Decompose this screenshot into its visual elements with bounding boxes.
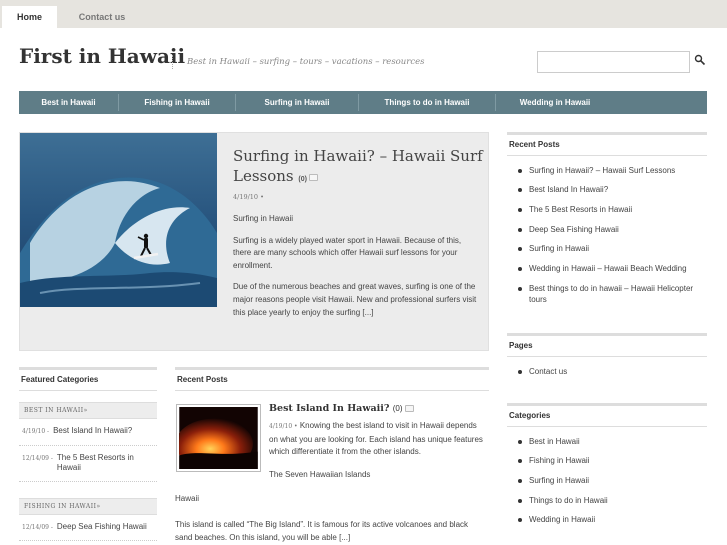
sidebar-post-link[interactable]: Surfing in Hawaii <box>517 243 707 254</box>
sidebar-category-link[interactable]: Surfing in Hawaii <box>517 475 707 486</box>
comment-icon[interactable] <box>308 173 318 181</box>
nav-item-best-in-hawaii[interactable]: Best in Hawaii <box>19 91 118 114</box>
post-date: 4/19/10 • <box>269 423 298 430</box>
post-subheading: The Seven Hawaiian Islands <box>269 470 371 479</box>
recent-posts: Recent Posts Best Island In Hawaii? (0) … <box>175 367 489 542</box>
sidebar-heading: Categories <box>507 403 707 427</box>
category-label-fishing-in-hawaii[interactable]: FISHING IN HAWAII» <box>19 497 157 515</box>
post-date: 4/19/10 - <box>22 428 50 435</box>
top-nav-bar: Home Contact us <box>0 0 727 28</box>
post-link[interactable]: Deep Sea Fishing Hawaii <box>57 522 147 534</box>
sidebar-category-link[interactable]: Things to do in Hawaii <box>517 495 707 506</box>
post-island-name: Hawaii <box>175 494 200 503</box>
section-heading: Recent Posts <box>175 367 489 391</box>
category-post[interactable]: 4/19/10 - Best Island In Hawaii? <box>19 419 157 446</box>
tab-contact-us[interactable]: Contact us <box>66 6 138 28</box>
sidebar-post-link[interactable]: Best Island In Hawaii? <box>517 184 707 195</box>
featured-categories: Featured Categories BEST IN HAWAII» 4/19… <box>19 367 157 541</box>
volcano-lava-image[interactable] <box>176 404 261 472</box>
sidebar-post-link[interactable]: The 5 Best Resorts in Hawaii <box>517 204 707 215</box>
nav-item-things-to-do[interactable]: Things to do in Hawaii <box>359 91 495 114</box>
sidebar-heading: Recent Posts <box>507 132 707 156</box>
category-post[interactable]: 12/14/09 - The 5 Best Resorts in Hawaii <box>19 446 157 482</box>
sidebar-category-link[interactable]: Wedding in Hawaii <box>517 514 707 525</box>
sidebar-category-link[interactable]: Best in Hawaii <box>517 436 707 447</box>
post-paragraph: This island is called “The Big Island”. … <box>175 520 469 542</box>
sidebar-categories: Categories Best in Hawaii Fishing in Haw… <box>507 403 707 525</box>
comment-count[interactable]: (0) <box>393 404 403 413</box>
featured-post-date: 4/19/10 • <box>233 193 264 201</box>
nav-item-surfing-in-hawaii[interactable]: Surfing in Hawaii <box>236 91 358 114</box>
nav-item-fishing-in-hawaii[interactable]: Fishing in Hawaii <box>119 91 235 114</box>
post-title-text[interactable]: Best Island In Hawaii? <box>269 403 389 414</box>
main-nav: Best in Hawaii Fishing in Hawaii Surfing… <box>19 91 707 114</box>
sidebar-post-link[interactable]: Deep Sea Fishing Hawaii <box>517 224 707 235</box>
category-label-best-in-hawaii[interactable]: BEST IN HAWAII» <box>19 402 157 419</box>
site-title[interactable]: First in Hawaii <box>19 44 185 68</box>
excerpt-text: Knowing the best island to visit in Hawa… <box>269 421 483 456</box>
featured-post-body: Surfing in Hawaii Surfing is a widely pl… <box>233 213 478 328</box>
featured-title-text[interactable]: Surfing in Hawaii? – Hawaii Surf Lessons <box>233 147 483 185</box>
search-icon[interactable] <box>694 54 706 66</box>
nav-item-wedding-in-hawaii[interactable]: Wedding in Hawaii <box>496 91 614 114</box>
post-link[interactable]: Best Island In Hawaii? <box>53 426 132 438</box>
featured-paragraph: Surfing is a widely played water sport i… <box>233 235 462 270</box>
recent-post-excerpt: 4/19/10 • Knowing the best island to vis… <box>269 420 487 459</box>
sidebar-post-link[interactable]: Wedding in Hawaii – Hawaii Beach Wedding <box>517 263 707 274</box>
tagline-divider <box>172 55 173 69</box>
sidebar-heading: Pages <box>507 333 707 357</box>
sidebar-post-link[interactable]: Best things to do in hawaii – Hawaii Hel… <box>517 283 707 305</box>
featured-post: Surfing in Hawaii? – Hawaii Surf Lessons… <box>19 132 489 351</box>
surfer-wave-image[interactable] <box>20 133 217 307</box>
search-input[interactable] <box>537 51 690 73</box>
section-heading: Featured Categories <box>19 367 157 391</box>
comment-icon[interactable] <box>404 405 414 412</box>
sidebar-category-link[interactable]: Fishing in Hawaii <box>517 455 707 466</box>
category-post[interactable]: 12/14/09 - Deep Sea Fishing Hawaii <box>19 515 157 541</box>
sidebar-post-link[interactable]: Surfing in Hawaii? – Hawaii Surf Lessons <box>517 165 707 176</box>
site-tagline: Best in Hawaii – surfing – tours – vacat… <box>187 57 425 67</box>
sidebar-recent-posts: Recent Posts Surfing in Hawaii? – Hawaii… <box>507 132 707 305</box>
comment-count[interactable]: (0) <box>298 176 307 183</box>
featured-post-title[interactable]: Surfing in Hawaii? – Hawaii Surf Lessons… <box>233 146 483 190</box>
sidebar-page-contact-us[interactable]: Contact us <box>517 366 707 377</box>
featured-paragraph: Due of the numerous beaches and great wa… <box>233 282 477 317</box>
recent-post-title[interactable]: Best Island In Hawaii? (0) <box>269 403 414 414</box>
tab-home[interactable]: Home <box>2 6 57 28</box>
post-date: 12/14/09 - <box>22 454 53 462</box>
featured-subtitle: Surfing in Hawaii <box>233 214 294 223</box>
post-date: 12/14/09 - <box>22 523 53 531</box>
post-link[interactable]: The 5 Best Resorts in Hawaii <box>57 453 154 474</box>
sidebar-pages: Pages Contact us <box>507 333 707 377</box>
